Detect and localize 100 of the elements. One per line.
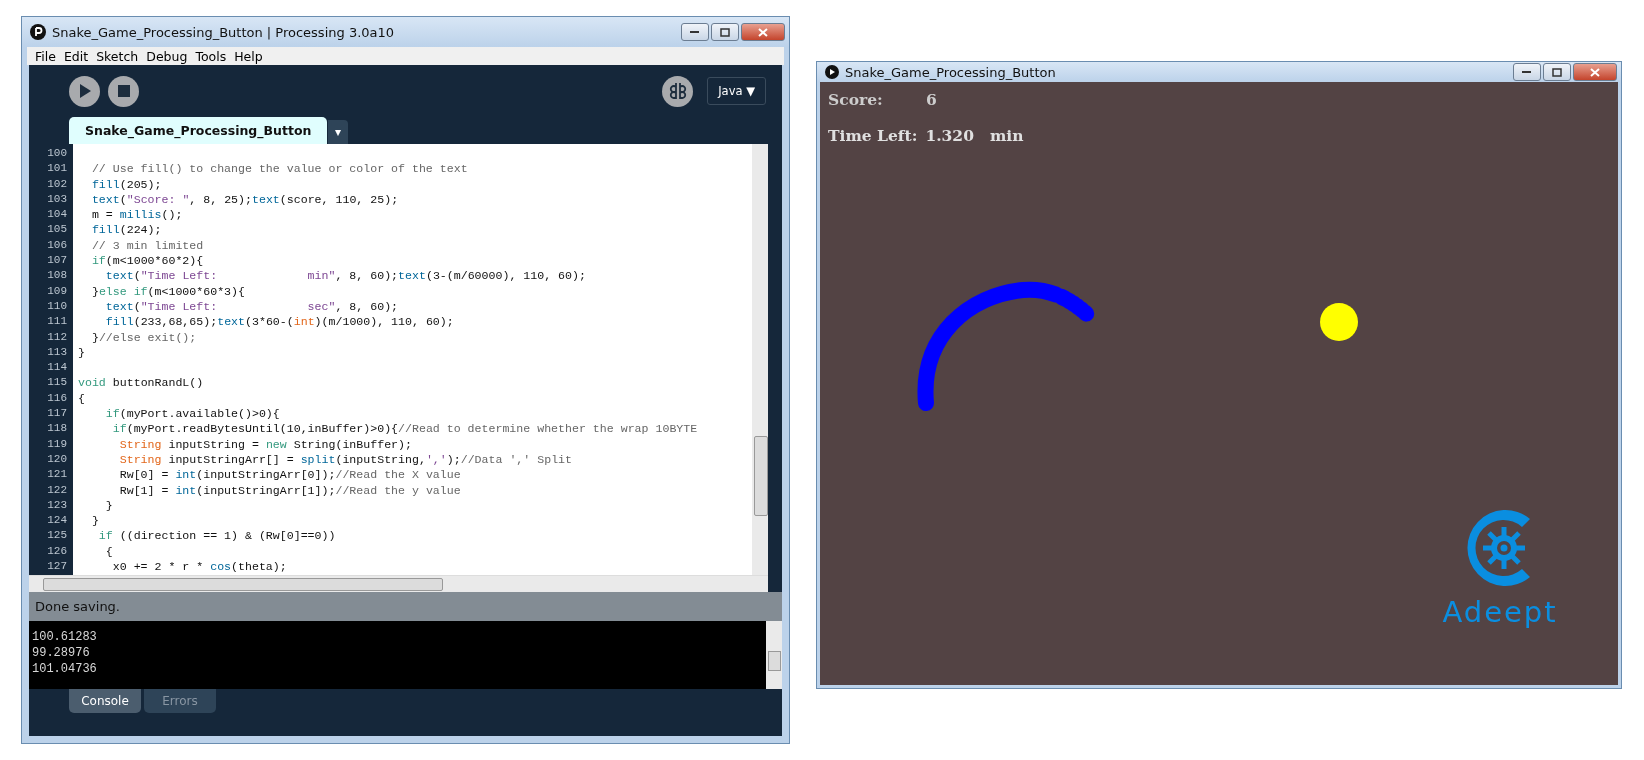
code-line: String inputStringArr[] = split(inputString,',');//Data ',' Split xyxy=(118,452,573,466)
minimize-button[interactable] xyxy=(1513,63,1541,81)
line-number: 115 xyxy=(46,375,68,391)
minimize-icon xyxy=(690,30,700,34)
code-line: if ((direction == 1) & (Rw[0]==0)) xyxy=(97,529,336,543)
menu-item[interactable]: Edit xyxy=(63,48,89,64)
code-line: Rw[1] = int(inputStringArr[1]);//Read the y value xyxy=(118,483,461,497)
run-button[interactable] xyxy=(69,75,100,107)
line-number: 110 xyxy=(46,298,68,314)
code-line: Rw[0] = int(inputStringArr[0]);//Read the X value xyxy=(118,468,461,482)
sketch-tab[interactable]: Snake_Game_Processing_Button xyxy=(69,117,328,144)
code-line: text("Time Left: sec", 8, 60); xyxy=(104,299,399,313)
line-number: 119 xyxy=(46,436,68,452)
console-line: 101.04736 xyxy=(32,661,98,677)
status-message: Done saving. xyxy=(29,592,782,621)
menu-item[interactable]: File xyxy=(35,48,56,64)
time-label: Time Left: xyxy=(828,126,918,145)
stop-icon xyxy=(117,85,130,97)
code-line: x0 += 2 * r * cos(theta); xyxy=(111,560,287,573)
line-number: 100 xyxy=(46,146,68,161)
close-icon xyxy=(758,27,768,37)
line-number: 113 xyxy=(46,344,68,360)
time-value: 1.320 xyxy=(925,126,974,145)
code-line: text("Score: ", 8, 25);text(score, 110, 25); xyxy=(90,192,399,206)
line-number: 125 xyxy=(46,528,68,544)
stop-button[interactable] xyxy=(108,75,139,107)
code-line: // 3 min limited xyxy=(90,238,204,252)
line-number: 122 xyxy=(46,482,68,498)
score-label: Score: xyxy=(828,90,884,111)
line-number: 126 xyxy=(46,543,68,559)
code-line: fill(224); xyxy=(90,223,162,237)
line-number: 105 xyxy=(46,222,68,238)
code-line: fill(233,68,65);text(3*60-(int)(m/1000), 110, 60); xyxy=(104,315,454,329)
close-button[interactable] xyxy=(1573,63,1617,81)
code-line: if(m<1000*60*2){ xyxy=(90,254,204,268)
score-value: 6 xyxy=(926,90,937,111)
line-number: 112 xyxy=(46,329,68,345)
close-button[interactable] xyxy=(741,23,785,41)
console-scrollbar[interactable] xyxy=(766,621,782,689)
menu-item[interactable]: Sketch xyxy=(96,48,139,64)
line-number: 103 xyxy=(46,191,68,207)
line-number: 123 xyxy=(46,497,68,513)
maximize-icon xyxy=(1552,67,1562,77)
tab-menu-button[interactable]: ▾ xyxy=(328,120,349,144)
code-line: // Use fill() to change the value or color of the text xyxy=(90,162,468,176)
line-number: 114 xyxy=(46,360,68,376)
debugger-button[interactable] xyxy=(662,75,694,107)
food-dot xyxy=(1320,303,1358,341)
line-number: 118 xyxy=(46,421,68,437)
code-line: m = millis(); xyxy=(90,208,183,222)
mode-dropdown[interactable]: Java ▼ xyxy=(707,77,766,105)
code-line: text("Time Left: min", 8, 60);text(3-(m/60000), 110, 60); xyxy=(104,269,586,283)
line-number: 120 xyxy=(46,451,68,467)
play-icon xyxy=(77,83,92,99)
maximize-button[interactable] xyxy=(711,23,739,41)
line-number: 101 xyxy=(46,161,68,177)
code-line: if(myPort.available()>0){ xyxy=(104,407,280,421)
vertical-scrollbar[interactable] xyxy=(752,144,768,575)
maximize-icon xyxy=(720,27,730,37)
code-line: String inputString = new String(inBuffer); xyxy=(118,437,412,451)
code-line: }else if(m<1000*60*3){ xyxy=(90,284,245,298)
console-line: 100.61283 xyxy=(32,629,98,645)
code-line: } xyxy=(104,498,113,512)
horizontal-scrollbar[interactable] xyxy=(29,575,768,592)
line-number: 107 xyxy=(46,253,68,269)
minimize-button[interactable] xyxy=(681,23,709,41)
line-number: 109 xyxy=(46,283,68,299)
maximize-button[interactable] xyxy=(1543,63,1571,81)
code-line: if(myPort.readBytesUntil(10,inBuffer)>0){//Read to determine whether the wrap 10BYTE xyxy=(111,422,698,436)
close-icon xyxy=(1590,67,1600,77)
code-line: fill(205); xyxy=(90,177,162,191)
code-line: { xyxy=(104,544,113,558)
line-number: 108 xyxy=(46,268,68,284)
line-number: 117 xyxy=(46,406,68,422)
butterfly-icon xyxy=(668,81,687,101)
code-line: } xyxy=(90,514,99,528)
line-number: 111 xyxy=(46,314,68,330)
line-number: 116 xyxy=(46,390,68,406)
console-line: 99.28976 xyxy=(32,645,91,661)
logo-text: Adeept xyxy=(1442,595,1558,629)
window-title: Snake_Game_Processing_Button | Processing 3.0a10 xyxy=(52,24,395,40)
time-unit: min xyxy=(989,126,1024,145)
code-line: { xyxy=(78,391,85,405)
line-number: 124 xyxy=(46,513,68,529)
console-tab[interactable]: Console xyxy=(69,689,141,713)
line-number: 106 xyxy=(46,237,68,253)
code-line: void buttonRandL() xyxy=(78,376,204,390)
menu-item[interactable]: Tools xyxy=(195,48,227,64)
code-line: } xyxy=(78,345,85,359)
line-number: 102 xyxy=(46,176,68,192)
app-logo-icon xyxy=(30,24,46,40)
menu-item[interactable]: Help xyxy=(234,48,263,64)
menu-item[interactable]: Debug xyxy=(146,48,188,64)
minimize-icon xyxy=(1522,70,1532,74)
line-number: 127 xyxy=(46,559,68,574)
play-logo-icon xyxy=(825,65,839,79)
line-number: 104 xyxy=(46,207,68,223)
window-title: Snake_Game_Processing_Button xyxy=(845,64,1056,80)
line-number: 121 xyxy=(46,467,68,483)
code-line: }//else exit(); xyxy=(90,330,197,344)
